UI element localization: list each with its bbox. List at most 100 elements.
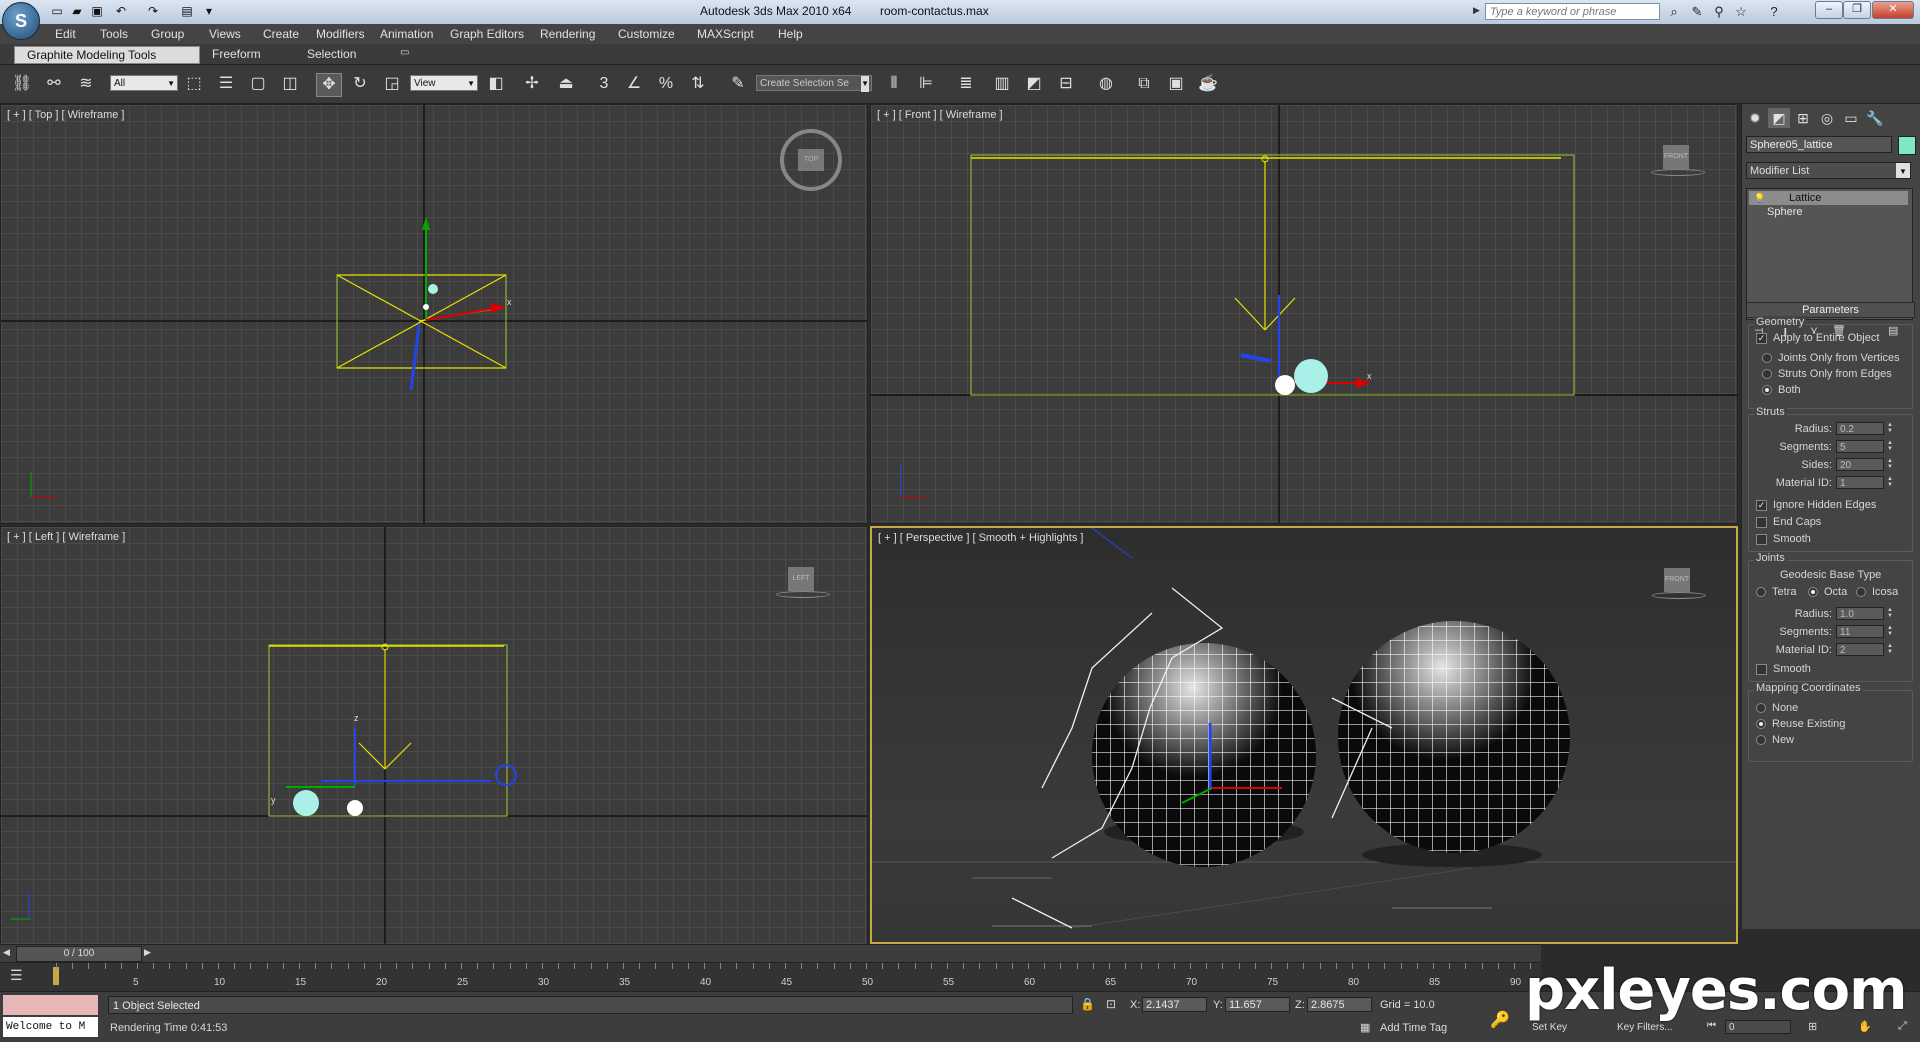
motion-panel-icon[interactable]: ◎: [1816, 108, 1838, 128]
reference-coordinate-dropdown[interactable]: View ▼: [410, 75, 478, 91]
minimize-icon[interactable]: –: [1815, 1, 1843, 19]
select-and-scale-icon[interactable]: ◲: [380, 73, 404, 95]
mirror-icon[interactable]: ⫴: [882, 73, 906, 95]
angle-snap-icon[interactable]: ∠: [622, 73, 646, 95]
utilities-panel-icon[interactable]: 🔧: [1864, 108, 1886, 128]
bind-space-warp-icon[interactable]: ≋: [74, 73, 98, 95]
tab-freeform[interactable]: Freeform: [200, 46, 273, 62]
binoculars-icon[interactable]: ⌕: [1665, 3, 1683, 20]
mapping-none-radio[interactable]: None: [1756, 702, 1798, 714]
tetra-radio[interactable]: Tetra: [1756, 586, 1796, 598]
select-and-link-icon[interactable]: ⛓: [10, 73, 34, 95]
rendered-frame-window-icon[interactable]: ▣: [1164, 73, 1188, 95]
mapping-new-radio[interactable]: New: [1756, 734, 1794, 746]
snaps-toggle-icon[interactable]: 3: [592, 73, 616, 95]
hierarchy-panel-icon[interactable]: ⊞: [1792, 108, 1814, 128]
key-icon[interactable]: 🔑: [1490, 1010, 1510, 1030]
stack-item-sphere[interactable]: Sphere: [1749, 205, 1908, 219]
struts-segments-field[interactable]: 5: [1836, 440, 1884, 453]
y-coord-field[interactable]: 11.657: [1225, 997, 1290, 1012]
set-key-button[interactable]: Set Key: [1532, 1022, 1567, 1033]
struts-only-radio[interactable]: Struts Only from Edges: [1762, 368, 1892, 380]
struts-material-field[interactable]: 1: [1836, 476, 1884, 489]
end-caps-checkbox[interactable]: End Caps: [1756, 516, 1821, 528]
viewport-left[interactable]: [ + ] [ Left ] [ Wireframe ] y z LEFT: [0, 526, 868, 946]
time-slider-right-arrow-icon[interactable]: ▶: [144, 947, 151, 958]
schematic-view-icon[interactable]: ⊟: [1054, 73, 1078, 95]
stack-item-lattice[interactable]: 💡 Lattice: [1749, 191, 1908, 205]
absolute-mode-icon[interactable]: ⊡: [1106, 997, 1116, 1011]
struts-radius-spinner[interactable]: ▲ ▼: [1886, 422, 1894, 435]
select-and-move-icon[interactable]: ✥: [316, 73, 342, 97]
help-icon[interactable]: ?: [1765, 3, 1783, 20]
modifier-list-dropdown[interactable]: Modifier List ▼: [1746, 162, 1911, 179]
joints-radius-spinner[interactable]: ▲ ▼: [1886, 607, 1894, 620]
joints-radius-field[interactable]: 1.0: [1836, 607, 1884, 620]
struts-radius-field[interactable]: 0.2: [1836, 422, 1884, 435]
menu-animation[interactable]: Animation: [380, 27, 433, 41]
new-file-icon[interactable]: ▭: [48, 3, 66, 19]
both-radio[interactable]: Both: [1762, 384, 1801, 396]
time-tag-icon[interactable]: ▦: [1360, 1021, 1370, 1034]
menu-create[interactable]: Create: [263, 27, 299, 41]
menu-modifiers[interactable]: Modifiers: [316, 27, 365, 41]
struts-material-spinner[interactable]: ▲ ▼: [1886, 476, 1894, 489]
search-input[interactable]: Type a keyword or phrase: [1485, 3, 1660, 20]
display-panel-icon[interactable]: ▭: [1840, 108, 1862, 128]
modify-panel-icon[interactable]: ◩: [1768, 108, 1790, 128]
object-name-field[interactable]: Sphere05_lattice: [1746, 136, 1892, 153]
menu-edit[interactable]: Edit: [55, 27, 76, 41]
quick-access-dropdown-icon[interactable]: ▾: [200, 3, 218, 19]
struts-smooth-checkbox[interactable]: Smooth: [1756, 533, 1811, 545]
material-editor-icon[interactable]: ◍: [1094, 73, 1118, 95]
joints-only-radio[interactable]: Joints Only from Vertices: [1762, 352, 1900, 364]
z-coord-field[interactable]: 2.8675: [1307, 997, 1372, 1012]
search-arrow-icon[interactable]: ▶: [1473, 5, 1480, 16]
viewcube-front[interactable]: FRONT: [1651, 145, 1705, 176]
current-frame-marker[interactable]: [53, 967, 59, 985]
close-icon[interactable]: ✕: [1872, 1, 1914, 19]
undo-icon[interactable]: ↶: [112, 3, 130, 19]
lightbulb-icon[interactable]: 💡: [1754, 191, 1765, 205]
time-slider-knob[interactable]: 0 / 100: [16, 946, 142, 962]
spinner-snap-icon[interactable]: ⇅: [686, 73, 710, 95]
menu-views[interactable]: Views: [209, 27, 241, 41]
quick-render-icon[interactable]: ☕: [1196, 73, 1220, 95]
app-logo-button[interactable]: S: [2, 2, 40, 40]
menu-tools[interactable]: Tools: [100, 27, 128, 41]
redo-icon[interactable]: ↷: [144, 3, 162, 19]
create-panel-icon[interactable]: ✹: [1744, 108, 1766, 128]
subscription-icon[interactable]: ✎: [1688, 3, 1706, 20]
joints-smooth-checkbox[interactable]: Smooth: [1756, 663, 1811, 675]
viewcube-left[interactable]: LEFT: [776, 567, 830, 598]
tab-selection[interactable]: Selection: [295, 46, 368, 62]
restore-icon[interactable]: ❐: [1843, 1, 1871, 19]
layer-manager-icon[interactable]: ≣: [954, 73, 978, 95]
menu-rendering[interactable]: Rendering: [540, 27, 595, 41]
octa-radio[interactable]: Octa: [1808, 586, 1847, 598]
project-folder-icon[interactable]: ▤: [178, 3, 196, 19]
menu-customize[interactable]: Customize: [618, 27, 675, 41]
select-by-name-icon[interactable]: ☰: [214, 73, 238, 95]
save-file-icon[interactable]: ▣: [88, 3, 106, 19]
menu-help[interactable]: Help: [778, 27, 803, 41]
joints-material-field[interactable]: 2: [1836, 643, 1884, 656]
select-and-rotate-icon[interactable]: ↻: [348, 73, 372, 95]
apply-entire-object-checkbox[interactable]: ✓ Apply to Entire Object: [1756, 332, 1879, 344]
x-coord-field[interactable]: 2.1437: [1142, 997, 1207, 1012]
viewcube-top[interactable]: TOP: [780, 129, 842, 191]
ribbon-toggle-icon[interactable]: ▭: [400, 47, 409, 58]
curve-editor-mini-icon[interactable]: ☰: [10, 967, 23, 984]
viewport-top[interactable]: [ + ] [ Top ] [ Wireframe ] x TOP: [0, 104, 868, 524]
keyboard-shortcut-override-icon[interactable]: ⏏: [554, 73, 578, 95]
rectangular-selection-icon[interactable]: ▢: [246, 73, 270, 95]
add-time-tag[interactable]: Add Time Tag: [1380, 1022, 1447, 1034]
open-file-icon[interactable]: ▰: [68, 3, 86, 19]
unlink-icon[interactable]: ⚯: [42, 73, 66, 95]
select-object-icon[interactable]: ⬚: [182, 73, 206, 95]
render-setup-icon[interactable]: ⧉: [1132, 73, 1156, 95]
pivot-center-icon[interactable]: ◧: [484, 73, 508, 95]
struts-segments-spinner[interactable]: ▲ ▼: [1886, 440, 1894, 453]
modifier-stack[interactable]: 💡 Lattice Sphere: [1746, 188, 1913, 320]
viewport-front[interactable]: [ + ] [ Front ] [ Wireframe ] x FRONT: [870, 104, 1738, 524]
